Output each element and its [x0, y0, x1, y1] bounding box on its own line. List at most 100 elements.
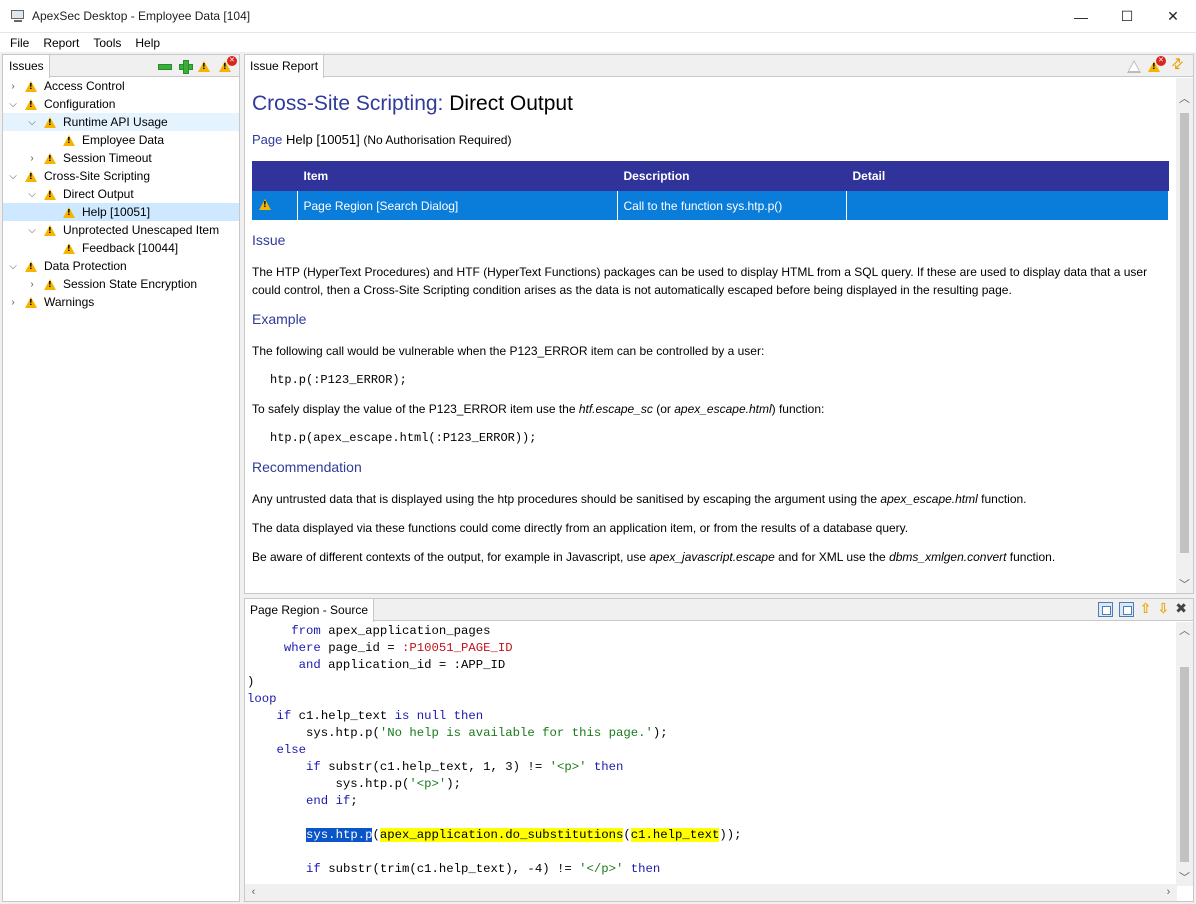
- tree-item-label: Warnings: [44, 295, 95, 309]
- close-source-icon[interactable]: ✖: [1175, 601, 1187, 617]
- issue-text: The HTP (HyperText Procedures) and HTF (…: [252, 265, 1148, 297]
- tab-source[interactable]: Page Region - Source: [245, 599, 375, 622]
- code-line: else: [276, 743, 307, 757]
- error-filter-icon[interactable]: [219, 56, 237, 74]
- tree-item-label: Runtime API Usage: [63, 115, 168, 129]
- tab-issues[interactable]: Issues: [3, 55, 50, 78]
- code-line: if substr(c1.help_text, 1, 3) != '<p>' t…: [306, 760, 624, 774]
- source-scroll-left-arrow[interactable]: ‹: [245, 884, 262, 901]
- report-content: Cross-Site Scripting: Direct Output Page…: [245, 78, 1177, 593]
- menu-tools[interactable]: Tools: [86, 36, 128, 50]
- chevron-right-icon[interactable]: ›: [7, 297, 19, 308]
- warning-icon: [25, 296, 37, 308]
- source-hscrollbar[interactable]: ‹ ›: [245, 884, 1177, 901]
- source-scroll-down-arrow[interactable]: ﹀: [1176, 869, 1193, 886]
- collapse-all-icon[interactable]: [156, 58, 172, 74]
- copy-source-icon[interactable]: [1118, 601, 1134, 617]
- report-toolbar: [1127, 56, 1187, 74]
- recommendation-text-3: Be aware of different contexts of the ou…: [252, 550, 1056, 564]
- next-arrow-icon[interactable]: ⇩: [1158, 601, 1170, 617]
- warning-icon: [259, 198, 271, 210]
- menu-report[interactable]: Report: [36, 36, 86, 50]
- chevron-down-icon[interactable]: ⌵: [7, 171, 19, 182]
- tree-item-label: Help [10051]: [82, 205, 151, 219]
- open-in-browser-icon[interactable]: [1097, 601, 1113, 617]
- code-line: end if;: [306, 794, 358, 808]
- tree-item[interactable]: › Session Timeout: [3, 149, 239, 167]
- sync-icon[interactable]: [1171, 58, 1187, 74]
- menu-file[interactable]: File: [3, 36, 36, 50]
- warning-icon: [25, 80, 37, 92]
- menu-help[interactable]: Help: [128, 36, 167, 50]
- error-warning-icon[interactable]: [1148, 56, 1166, 74]
- code-line: sys.htp.p('No help is available for this…: [247, 726, 668, 740]
- tree-item-label: Configuration: [44, 97, 116, 111]
- source-tabbar: Page Region - Source ⇧ ⇩ ✖: [245, 599, 1193, 622]
- scroll-thumb[interactable]: [1180, 113, 1189, 553]
- source-scroll-right-arrow[interactable]: ›: [1160, 884, 1177, 901]
- tree-item[interactable]: Employee Data: [3, 131, 239, 149]
- chevron-down-icon[interactable]: ⌵: [26, 189, 38, 200]
- app-icon: [10, 9, 26, 23]
- source-scrollbar[interactable]: ︿ ﹀: [1176, 622, 1193, 886]
- tree-item-label: Employee Data: [82, 133, 165, 147]
- scroll-up-arrow[interactable]: ︿: [1176, 90, 1193, 107]
- warning-icon: [44, 224, 56, 236]
- window-controls: — ☐ ✕: [1058, 0, 1196, 33]
- tree-item[interactable]: ⌵ Cross-Site Scripting: [3, 167, 239, 185]
- previous-arrow-icon[interactable]: ⇧: [1140, 601, 1152, 617]
- tree-item[interactable]: › Session State Encryption: [3, 275, 239, 293]
- example-heading: Example: [252, 311, 307, 327]
- issues-tree: › Access Control ⌵ Configuration ⌵ Runtime AP…: [3, 77, 239, 311]
- chevron-right-icon[interactable]: ›: [7, 81, 19, 92]
- chevron-down-icon[interactable]: ⌵: [7, 99, 19, 110]
- chevron-right-icon[interactable]: ›: [26, 153, 38, 164]
- report-tabbar: Issue Report: [245, 55, 1193, 78]
- warning-icon: [63, 206, 75, 218]
- tree-item[interactable]: › Warnings: [3, 293, 239, 311]
- tree-item[interactable]: ⌵ Data Protection: [3, 257, 239, 275]
- table-header-icon: [252, 161, 298, 191]
- tree-item[interactable]: ⌵ Runtime API Usage: [3, 113, 239, 131]
- chevron-down-icon[interactable]: ⌵: [26, 225, 38, 236]
- warning-icon: [25, 98, 37, 110]
- tree-item[interactable]: ⌵ Unprotected Unescaped Item: [3, 221, 239, 239]
- tab-issue-report[interactable]: Issue Report: [245, 55, 325, 78]
- expand-all-icon[interactable]: [177, 58, 193, 74]
- issue-report-panel: Issue Report Cross-Site Scripting: Direc…: [244, 54, 1194, 594]
- scroll-down-arrow[interactable]: ﹀: [1176, 576, 1193, 593]
- window-title: ApexSec Desktop - Employee Data [104]: [32, 9, 251, 23]
- code-line: from apex_application_pages: [291, 624, 491, 638]
- example-code-vulnerable: htp.p(:P123_ERROR);: [270, 373, 407, 387]
- warning-filter-icon[interactable]: [198, 58, 214, 74]
- table-header-description: Description: [617, 161, 847, 191]
- tree-item[interactable]: ⌵ Direct Output: [3, 185, 239, 203]
- warning-outline-icon[interactable]: [1127, 59, 1141, 73]
- tree-item[interactable]: Help [10051]: [3, 203, 239, 221]
- page-word: Page: [252, 132, 283, 147]
- source-scroll-up-arrow[interactable]: ︿: [1176, 622, 1193, 639]
- minimize-button[interactable]: —: [1058, 0, 1104, 33]
- chevron-down-icon[interactable]: ⌵: [26, 117, 38, 128]
- source-code[interactable]: from apex_application_pages where page_i…: [245, 622, 1177, 886]
- maximize-button[interactable]: ☐: [1104, 0, 1150, 33]
- warning-icon: [44, 116, 56, 128]
- report-scrollbar[interactable]: ︿ ﹀: [1176, 78, 1193, 593]
- warning-icon: [44, 278, 56, 290]
- row-item: Page Region [Search Dialog]: [297, 191, 618, 220]
- tree-item-label: Session State Encryption: [63, 277, 198, 291]
- chevron-right-icon[interactable]: ›: [26, 279, 38, 290]
- items-table: Item Description Detail Page Region [Sea…: [252, 161, 1169, 220]
- warning-icon: [63, 134, 75, 146]
- row-description: Call to the function sys.htp.p(): [617, 191, 847, 220]
- close-button[interactable]: ✕: [1150, 0, 1196, 33]
- chevron-down-icon[interactable]: ⌵: [7, 261, 19, 272]
- tree-item[interactable]: › Access Control: [3, 77, 239, 95]
- source-scroll-thumb[interactable]: [1180, 667, 1189, 862]
- tree-item[interactable]: ⌵ Configuration: [3, 95, 239, 113]
- table-row[interactable]: Page Region [Search Dialog] Call to the …: [252, 191, 1169, 220]
- source-panel: Page Region - Source ⇧ ⇩ ✖ from apex_app…: [244, 598, 1194, 902]
- tree-item[interactable]: Feedback [10044]: [3, 239, 239, 257]
- tree-item-label: Feedback [10044]: [82, 241, 179, 255]
